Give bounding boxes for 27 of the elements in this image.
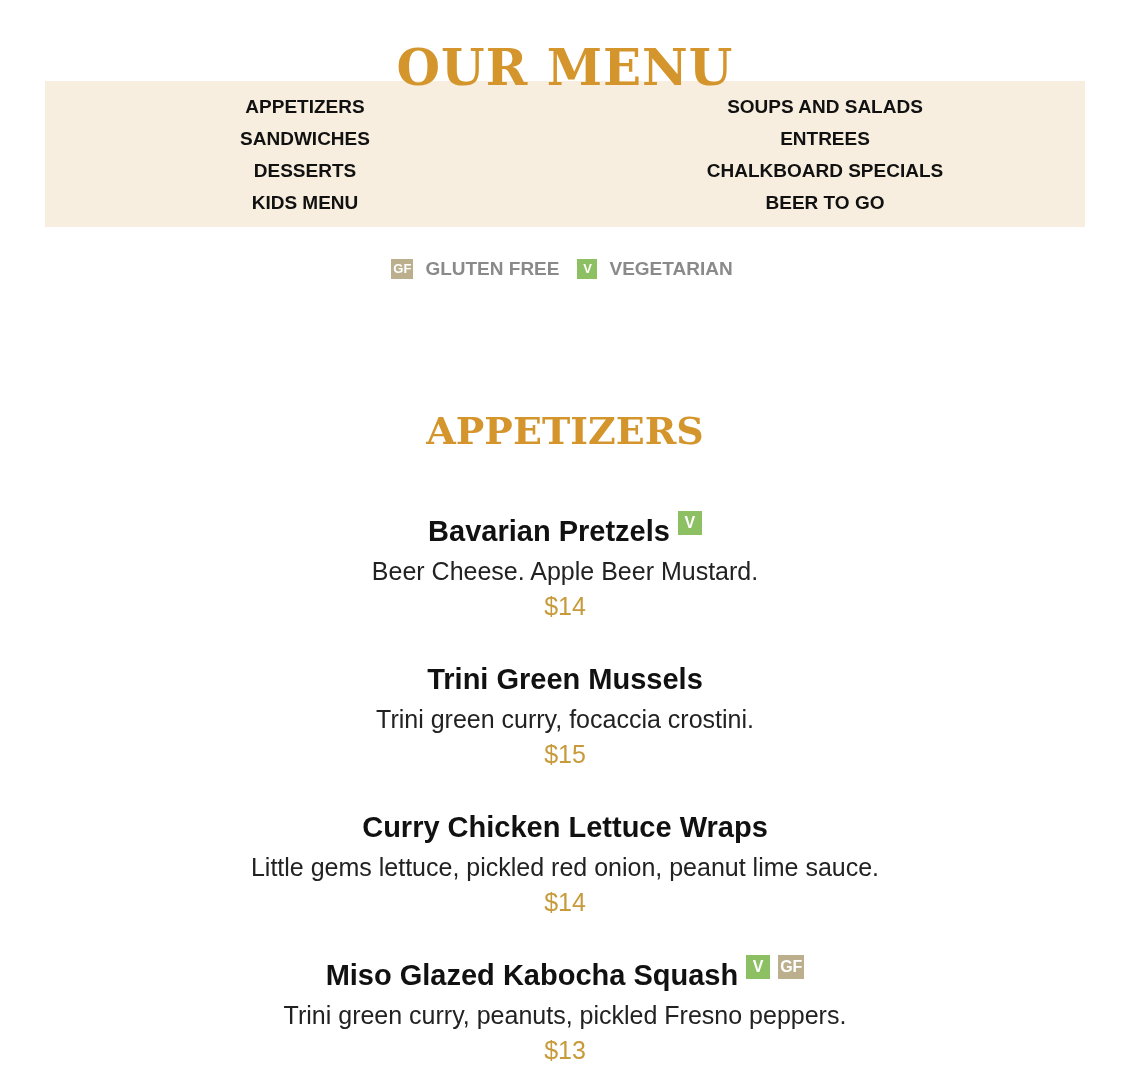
gluten-free-badge: GF <box>391 259 414 279</box>
vegetarian-badge: V <box>577 259 598 279</box>
dish-description: Beer Cheese. Apple Beer Mustard. <box>370 556 760 587</box>
dish-price: $14 <box>544 887 586 918</box>
dish-price: $14 <box>544 591 586 622</box>
dish-description: Trini green curry, peanuts, pickled Fresno peppers. <box>282 1000 848 1031</box>
dish-description: Little gems lettuce, pickled red onion, peanut lime sauce. <box>249 852 881 883</box>
section-title: APPETIZERS <box>426 409 704 453</box>
category-link[interactable]: BEER TO GO <box>765 187 885 219</box>
dish-name: Trini Green Mussels <box>427 662 703 697</box>
category-link[interactable]: ENTREES <box>780 123 870 155</box>
category-link[interactable]: APPETIZERS <box>245 91 365 123</box>
category-link[interactable]: DESSERTS <box>253 155 357 187</box>
dish-name: Miso Glazed Kabocha Squash <box>325 958 739 993</box>
dish-price: $15 <box>544 739 586 770</box>
dish-description: Trini green curry, focaccia crostini. <box>375 704 755 735</box>
dish-name: Curry Chicken Lettuce Wraps <box>362 810 768 845</box>
vegetarian-badge: V <box>746 955 771 979</box>
vegetarian-badge: V <box>677 511 702 535</box>
gluten-free-badge: GF <box>778 955 805 979</box>
category-link[interactable]: SANDWICHES <box>240 123 370 155</box>
dish-price: $13 <box>544 1035 586 1066</box>
category-link[interactable]: CHALKBOARD SPECIALS <box>706 155 944 187</box>
dish-name: Bavarian Pretzels <box>428 514 670 549</box>
legend-label: VEGETARIAN <box>609 258 733 280</box>
legend-label: GLUTEN FREE <box>425 258 560 280</box>
category-link[interactable]: KIDS MENU <box>251 187 359 219</box>
